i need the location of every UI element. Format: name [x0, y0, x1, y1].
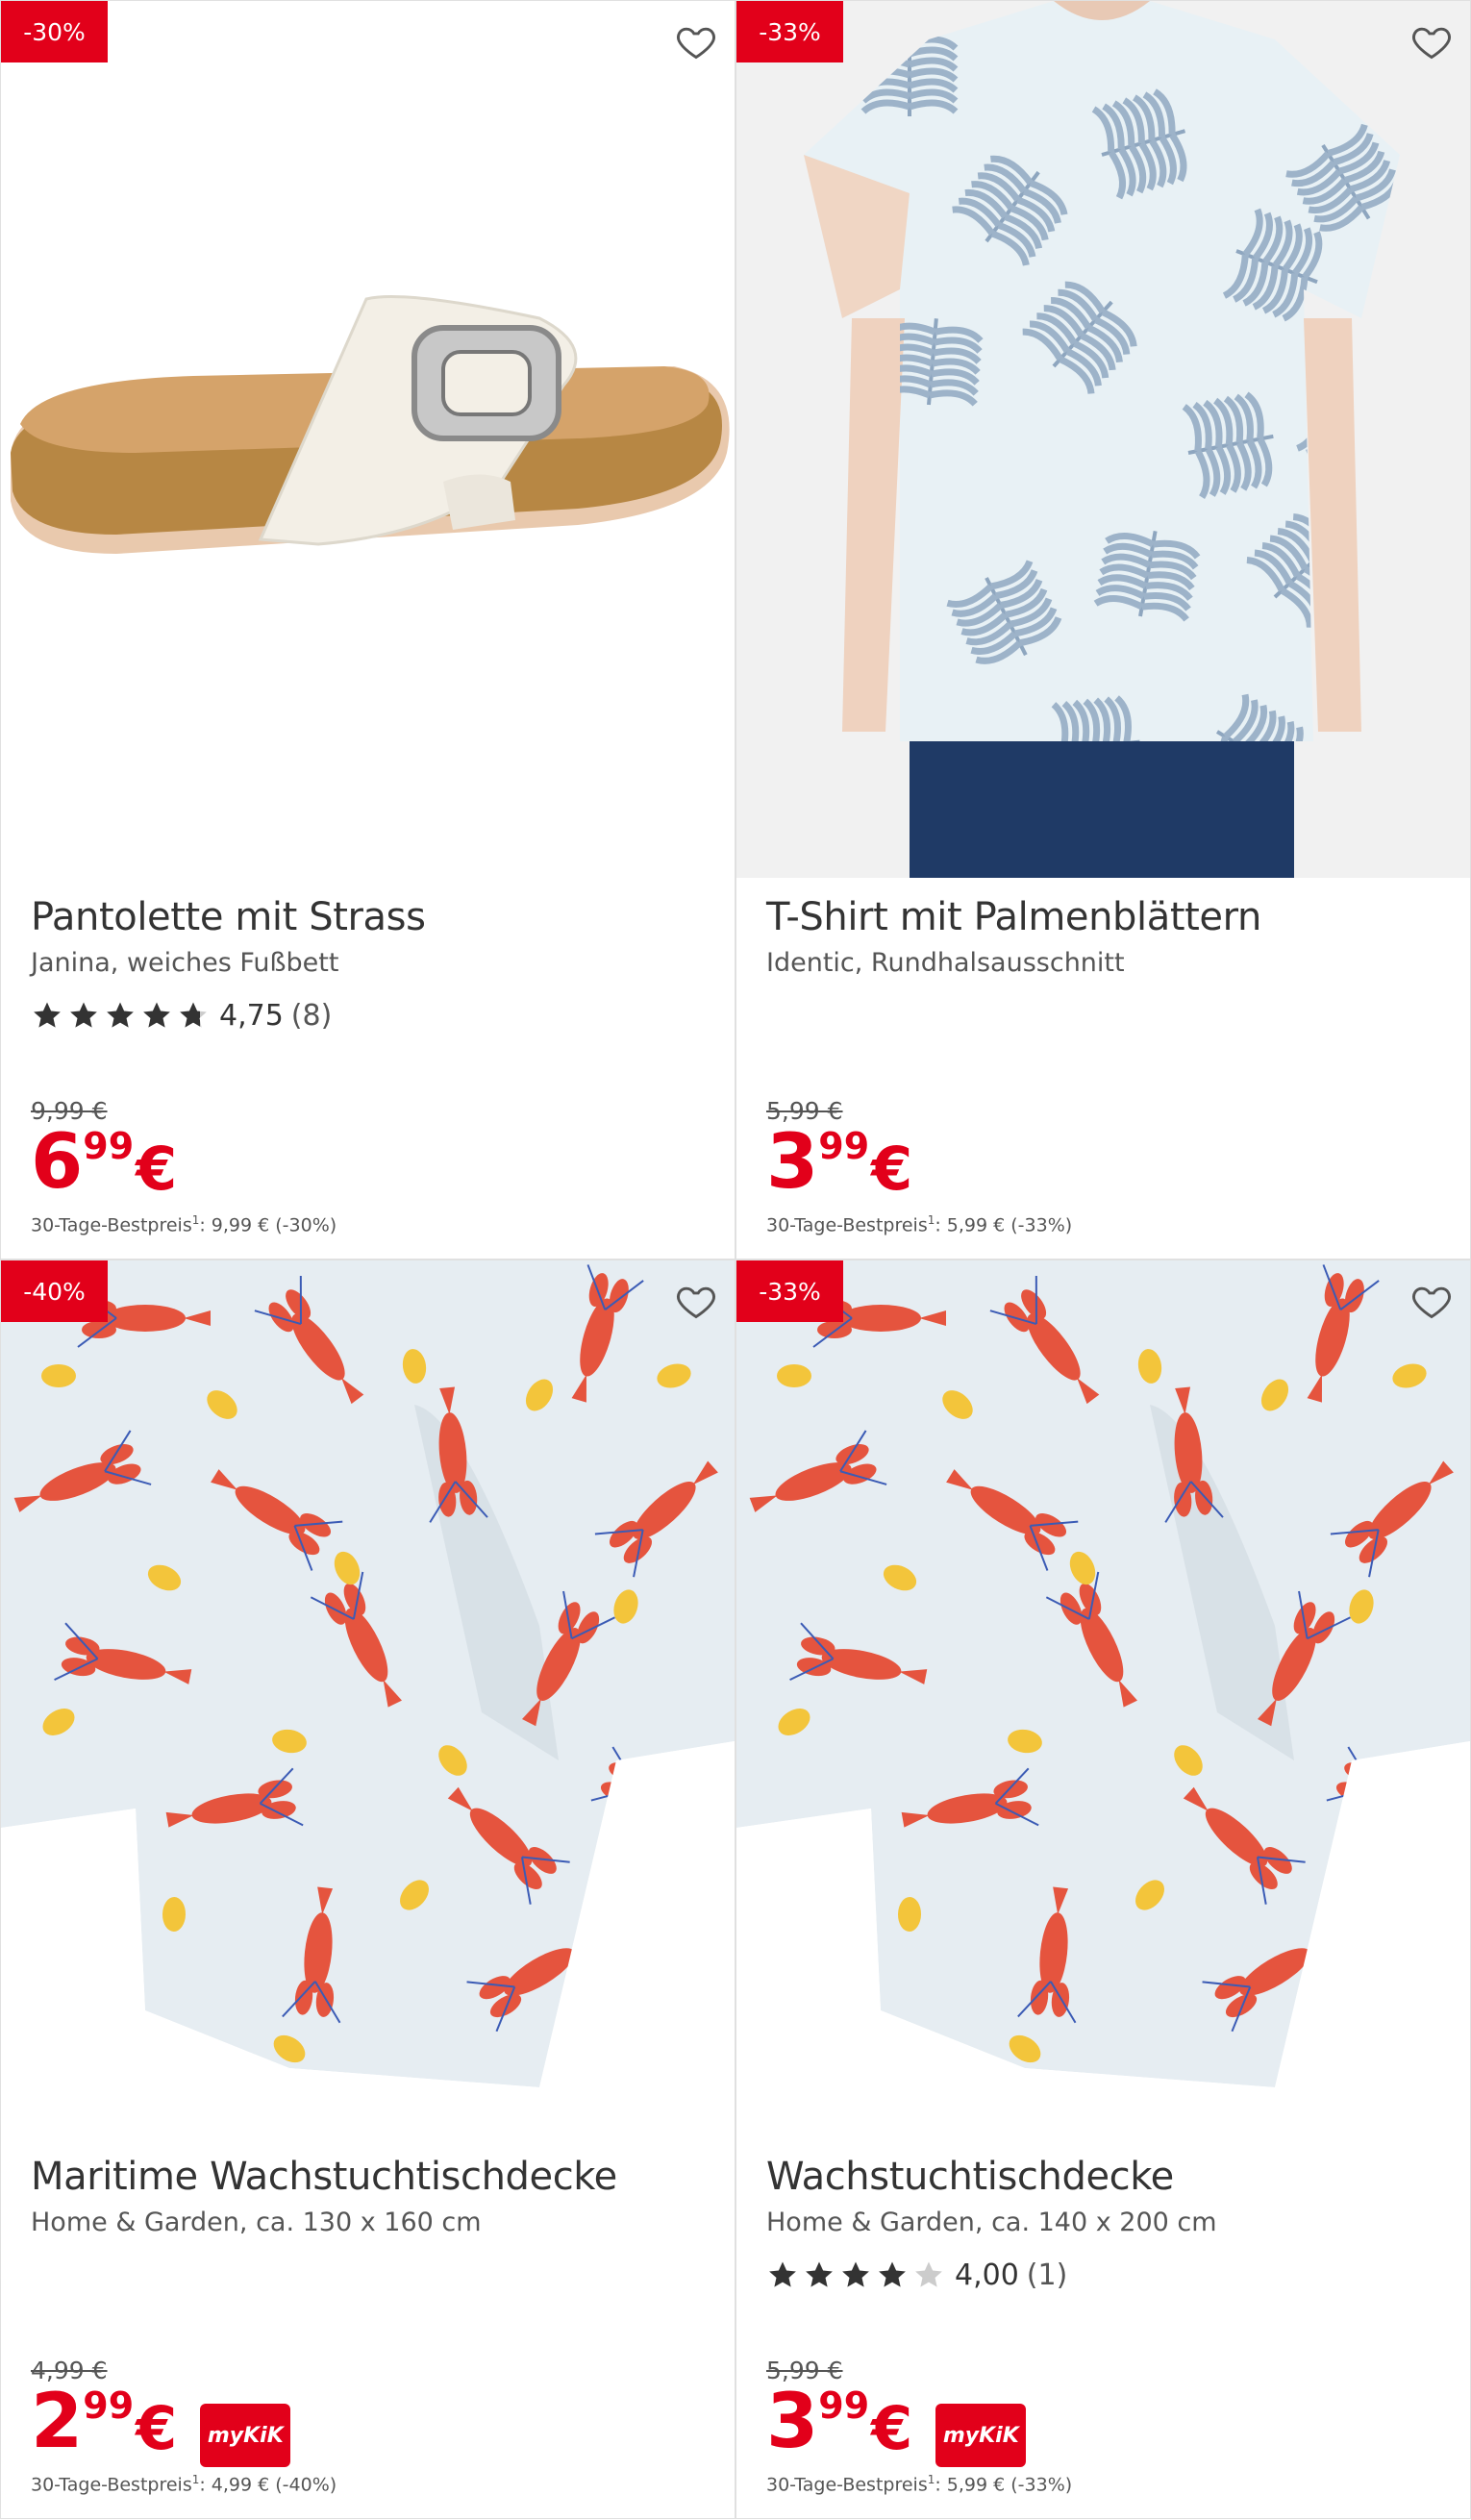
tablecloth-illustration: [736, 1260, 1470, 2137]
product-title[interactable]: Wachstuchtischdecke: [766, 2155, 1174, 2199]
product-image[interactable]: [1, 1, 735, 878]
tshirt-illustration: [736, 1, 1470, 878]
product-image[interactable]: [1, 1260, 735, 2137]
best-price-note: 30-Tage-Bestpreis1: 4,99 € (-40%): [31, 2473, 337, 2495]
price-currency: €: [871, 2393, 913, 2463]
product-subtitle: Home & Garden, ca. 140 x 200 cm: [766, 2208, 1217, 2237]
star-rating: [31, 999, 210, 1032]
price-integer: 3: [766, 2379, 818, 2465]
best-price-value: : 4,99 € (-40%): [199, 2474, 337, 2496]
rating-count: (1): [1026, 2258, 1068, 2292]
star-filled-icon: [70, 1002, 97, 1028]
star-rating: [766, 2258, 945, 2291]
star-filled-icon: [143, 1002, 170, 1028]
product-title[interactable]: Pantolette mit Strass: [31, 895, 426, 939]
price-decimals: 99: [818, 2384, 870, 2427]
price-decimals: 99: [83, 1125, 135, 1167]
product-card[interactable]: -33% Wachstuchtischdecke Home & Garden, …: [736, 1260, 1471, 2519]
product-subtitle: Janina, weiches Fußbett: [31, 948, 339, 978]
star-filled-icon: [34, 1002, 61, 1028]
best-price-value: : 5,99 € (-33%): [935, 2474, 1073, 2496]
product-title[interactable]: T-Shirt mit Palmenblättern: [766, 895, 1261, 939]
mykik-badge: myKiK: [935, 2404, 1027, 2467]
product-card[interactable]: -33% T-Shirt mit Palmenblättern Identic,…: [736, 0, 1471, 1260]
best-price-note: 30-Tage-Bestpreis1: 9,99 € (-30%): [31, 1213, 337, 1235]
rating-value: 4,75: [219, 998, 284, 1033]
mykik-badge: myKiK: [200, 2404, 291, 2467]
star-filled-icon: [879, 2261, 906, 2287]
price-currency: €: [871, 1134, 913, 1204]
best-price-label: 30-Tage-Bestpreis: [766, 2474, 928, 2496]
best-price-note: 30-Tage-Bestpreis1: 5,99 € (-33%): [766, 2473, 1072, 2495]
product-card[interactable]: -30% Pantolette mit Strass Janina, weich…: [0, 0, 736, 1260]
star-filled-icon: [769, 2261, 796, 2287]
price-integer: 6: [31, 1119, 83, 1206]
best-price-label: 30-Tage-Bestpreis: [31, 2474, 192, 2496]
current-price: 3 99 €: [766, 1121, 912, 1208]
rating-value: 4,00: [955, 2258, 1019, 2292]
product-image[interactable]: [736, 1260, 1470, 2137]
sandal-illustration: [1, 1, 735, 878]
product-grid: -30% Pantolette mit Strass Janina, weich…: [0, 0, 1471, 2520]
price-integer: 2: [31, 2379, 83, 2465]
product-title[interactable]: Maritime Wachstuchtischdecke: [31, 2155, 617, 2199]
heart-icon[interactable]: [675, 20, 717, 62]
best-price-value: : 9,99 € (-30%): [199, 1214, 337, 1236]
product-subtitle: Home & Garden, ca. 130 x 160 cm: [31, 2208, 482, 2237]
price-currency: €: [136, 2393, 178, 2463]
price-decimals: 99: [83, 2384, 135, 2427]
heart-icon[interactable]: [675, 1280, 717, 1322]
heart-icon[interactable]: [1410, 20, 1453, 62]
discount-badge: -30%: [1, 1, 108, 62]
product-card[interactable]: -40% Maritime Wachstuchtischdecke Home &…: [0, 1260, 736, 2519]
star-filled-icon: [842, 2261, 869, 2287]
product-image[interactable]: [736, 1, 1470, 878]
heart-icon[interactable]: [1410, 1280, 1453, 1322]
price-integer: 3: [766, 1119, 818, 1206]
price-decimals: 99: [818, 1125, 870, 1167]
rating: 4,00 (1): [766, 2256, 1067, 2294]
discount-badge: -33%: [736, 1, 843, 62]
current-price: 6 99 €: [31, 1121, 177, 1208]
rating-count: (8): [290, 998, 333, 1033]
current-price: 2 99 € myKiK: [31, 2379, 291, 2467]
best-price-label: 30-Tage-Bestpreis: [766, 1214, 928, 1236]
price-currency: €: [136, 1134, 178, 1204]
rating: 4,75 (8): [31, 996, 332, 1035]
discount-badge: -33%: [736, 1260, 843, 1322]
product-subtitle: Identic, Rundhalsausschnitt: [766, 948, 1125, 978]
star-filled-icon: [107, 1002, 134, 1028]
star-filled-icon: [806, 2261, 833, 2287]
best-price-note: 30-Tage-Bestpreis1: 5,99 € (-33%): [766, 1213, 1072, 1235]
discount-badge: -40%: [1, 1260, 108, 1322]
best-price-label: 30-Tage-Bestpreis: [31, 1214, 192, 1236]
current-price: 3 99 € myKiK: [766, 2379, 1027, 2467]
star-empty-icon: [915, 2261, 942, 2287]
star-partial-icon: [180, 1002, 207, 1028]
tablecloth-illustration: [1, 1260, 735, 2137]
best-price-value: : 5,99 € (-33%): [935, 1214, 1073, 1236]
